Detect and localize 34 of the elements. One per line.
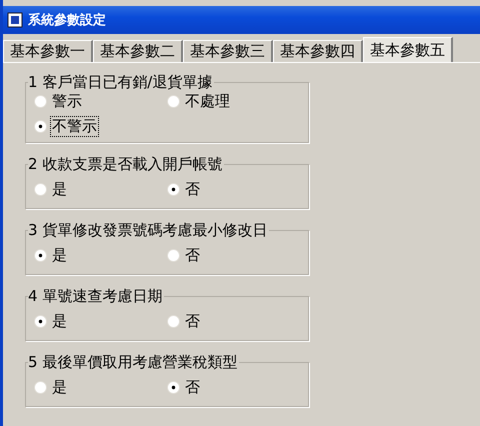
tab[interactable]: 基本參數一: [3, 40, 93, 62]
radio-button[interactable]: [167, 381, 180, 394]
radio-button[interactable]: [167, 95, 180, 108]
radio-button[interactable]: [34, 183, 47, 196]
option-label[interactable]: 否: [184, 180, 201, 199]
option-label[interactable]: 是: [51, 312, 68, 331]
radio-button[interactable]: [34, 95, 47, 108]
tab[interactable]: 基本參數五: [363, 37, 453, 62]
radio-button[interactable]: [34, 120, 47, 133]
tab[interactable]: 基本參數二: [93, 40, 183, 62]
radio-button[interactable]: [167, 183, 180, 196]
group-title: 4 單號速查考慮日期: [28, 287, 164, 306]
option-label[interactable]: 是: [51, 378, 68, 397]
group-title: 5 最後單價取用考慮營業稅類型: [28, 353, 238, 372]
option-label[interactable]: 是: [51, 246, 68, 265]
option-label[interactable]: 否: [184, 378, 201, 397]
radio-button[interactable]: [34, 381, 47, 394]
option-label[interactable]: 否: [184, 312, 201, 331]
group-title: 2 收款支票是否載入開戶帳號: [28, 155, 224, 174]
option-label[interactable]: 是: [51, 180, 68, 199]
radio-button[interactable]: [34, 249, 47, 262]
option-label[interactable]: 不警示: [51, 117, 98, 136]
app-icon: [7, 12, 23, 28]
radio-button[interactable]: [34, 315, 47, 328]
option-label[interactable]: 否: [184, 246, 201, 265]
radio-button[interactable]: [167, 315, 180, 328]
group-title: 3 貨單修改發票號碼考慮最小修改日: [28, 221, 268, 240]
option-label[interactable]: 警示: [51, 92, 83, 111]
option-label[interactable]: 不處理: [184, 92, 231, 111]
window-title: 系統參數設定: [28, 12, 106, 29]
tab[interactable]: 基本參數三: [183, 40, 273, 62]
radio-button[interactable]: [167, 249, 180, 262]
group-title: 1 客戶當日已有銷/退貨單據: [28, 73, 214, 92]
tab[interactable]: 基本參數四: [273, 40, 363, 62]
